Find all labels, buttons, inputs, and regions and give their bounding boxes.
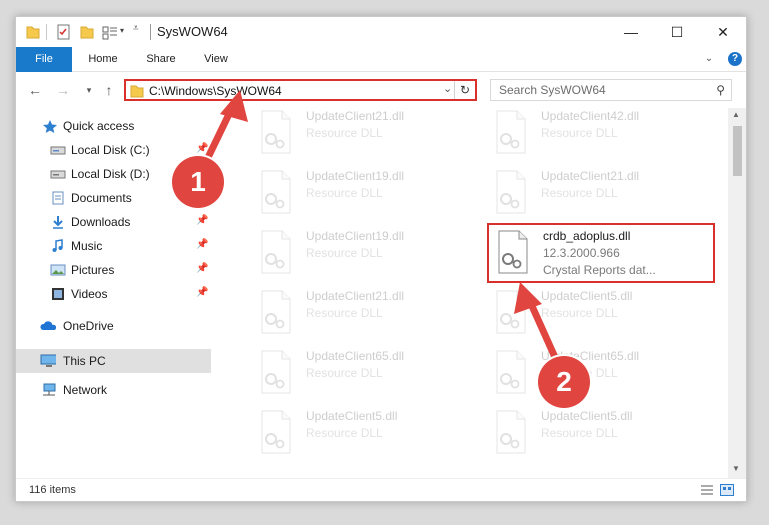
arrow-2: [514, 282, 562, 368]
annotation-badge-2: 2: [538, 356, 590, 408]
annotation-arrows: [198, 90, 562, 368]
annotation-badge-1: 1: [172, 156, 224, 208]
